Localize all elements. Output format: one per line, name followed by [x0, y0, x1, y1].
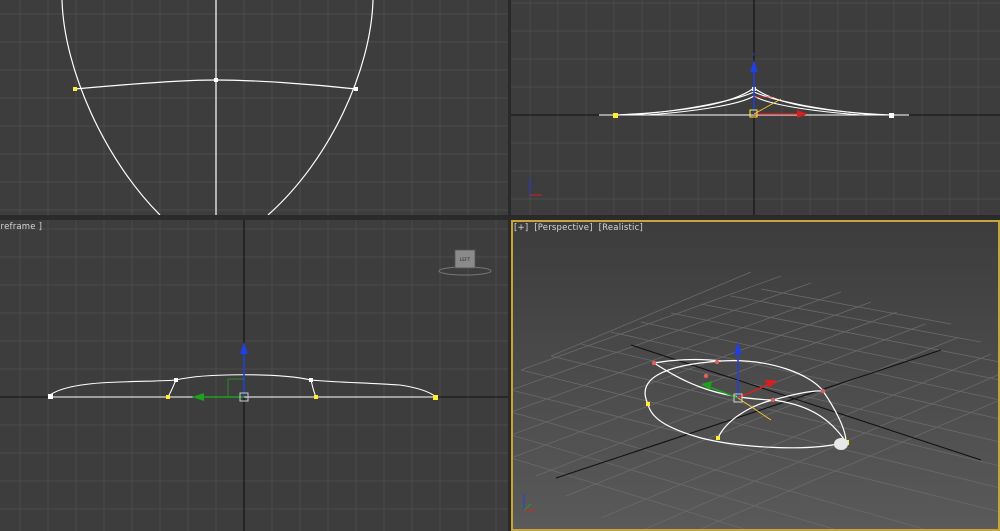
perspective-viewport[interactable]: [+] [Perspective] [Realistic]: [511, 220, 1000, 531]
vertex-handle[interactable]: [613, 113, 618, 118]
vertex-handle[interactable]: [48, 394, 53, 399]
vertex-handle[interactable]: [73, 87, 77, 91]
vertex-handles[interactable]: [646, 359, 849, 445]
vertex-handle[interactable]: [314, 395, 318, 399]
shading-mode-label[interactable]: [Realistic]: [599, 223, 643, 233]
vertex-handle[interactable]: [214, 78, 218, 82]
shading-mode-label[interactable]: ireframe ]: [0, 222, 42, 232]
vertex-handle[interactable]: [889, 113, 894, 118]
vertex-handle[interactable]: [174, 378, 178, 382]
axis-tripod-icon: [529, 178, 542, 196]
top-viewport[interactable]: [0, 0, 508, 215]
perspective-viewport-canvas[interactable]: [511, 220, 1000, 531]
vertex-handle[interactable]: [166, 395, 170, 399]
axis-tripod-icon: [523, 494, 535, 511]
spline-shape[interactable]: [49, 374, 437, 398]
viewport-menu-plus[interactable]: [+]: [514, 223, 528, 233]
pivot-marker: [834, 438, 848, 450]
left-viewport-canvas[interactable]: LEFT: [0, 220, 508, 531]
vertex-handle[interactable]: [433, 395, 438, 400]
vertex-handle[interactable]: [309, 378, 313, 382]
viewport-splitter-horizontal[interactable]: [0, 215, 1000, 220]
spline-shape[interactable]: [61, 0, 374, 215]
transform-gizmo-icon[interactable]: [192, 342, 249, 402]
view-type-label[interactable]: [Perspective]: [534, 223, 592, 233]
front-viewport[interactable]: z: [511, 0, 1000, 215]
viewport-label[interactable]: ireframe ]: [0, 222, 45, 232]
ground-grid: [511, 271, 1000, 531]
viewport-label[interactable]: [+] [Perspective] [Realistic]: [514, 223, 646, 233]
top-viewport-canvas[interactable]: [0, 0, 508, 215]
viewcube-icon[interactable]: LEFT: [438, 249, 492, 276]
svg-text:z: z: [752, 52, 755, 58]
viewport-splitter-vertical[interactable]: [508, 0, 511, 531]
front-viewport-canvas[interactable]: z: [511, 0, 1000, 215]
viewport-layout: z LEFT ireframe] [+] [Perspective] [Rea…: [0, 0, 1000, 531]
left-viewport[interactable]: LEFT ireframe ]: [0, 220, 508, 531]
vertex-handle[interactable]: [354, 87, 358, 91]
viewcube-label: LEFT: [460, 257, 471, 263]
